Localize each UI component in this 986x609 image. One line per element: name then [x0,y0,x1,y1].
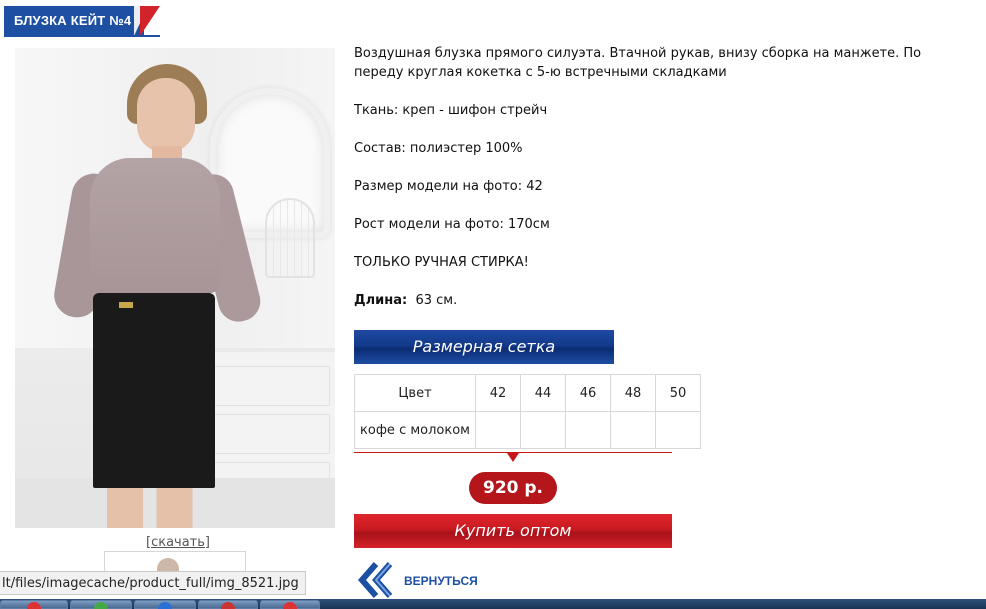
title-underline [4,35,160,37]
size-header: 48 [610,374,656,412]
back-link[interactable]: ВЕРНУТЬСЯ [354,560,494,600]
model-size-text: Размер модели на фото: 42 [354,179,543,194]
size-header: 50 [655,374,701,412]
product-photo[interactable] [15,48,335,528]
length-text: Длина: 63 см. [354,291,457,310]
description-text: Воздушная блузка прямого силуэта. Втачно… [354,46,922,80]
sizes-header-row: Цвет 42 44 46 48 50 [354,374,701,412]
fabric-text: Ткань: креп - шифон стрейч [354,103,548,118]
taskbar-button[interactable] [198,600,258,609]
quantity-cell[interactable] [475,411,521,449]
taskbar-button[interactable] [70,600,132,609]
buy-wholesale-button[interactable]: Купить оптом [354,514,672,548]
color-name-cell: кофе с молоком [354,411,476,449]
double-chevron-left-icon [358,562,393,598]
product-title: БЛУЗКА КЕЙТ №4 [14,13,132,28]
status-bar-url: lt/files/imagecache/product_full/img_852… [0,571,306,595]
download-link[interactable]: [скачать] [146,535,210,550]
size-header: 44 [520,374,566,412]
quantity-cell[interactable] [610,411,656,449]
product-title-tab: БЛУЗКА КЕЙТ №4 [4,6,160,36]
taskbar-button[interactable] [0,600,68,609]
quantity-cell[interactable] [565,411,611,449]
length-value: 63 см. [415,293,458,308]
sizes-table: Цвет 42 44 46 48 50 кофе с молоком [354,374,701,449]
price-pointer-icon [507,453,519,462]
model-height-text: Рост модели на фото: 170см [354,217,550,232]
color-header: Цвет [354,374,476,412]
size-chart-button[interactable]: Размерная сетка [354,330,614,364]
taskbar [0,599,986,609]
taskbar-button[interactable] [260,600,320,609]
size-header: 46 [565,374,611,412]
table-row: кофе с молоком [354,411,701,449]
size-header: 42 [475,374,521,412]
taskbar-button[interactable] [134,600,196,609]
back-label: ВЕРНУТЬСЯ [404,574,478,588]
composition-text: Состав: полиэстер 100% [354,141,523,156]
care-text: ТОЛЬКО РУЧНАЯ СТИРКА! [354,255,529,270]
quantity-cell[interactable] [520,411,566,449]
length-label: Длина: [354,293,408,308]
price-badge: 920 р. [469,472,557,504]
quantity-cell[interactable] [655,411,701,449]
